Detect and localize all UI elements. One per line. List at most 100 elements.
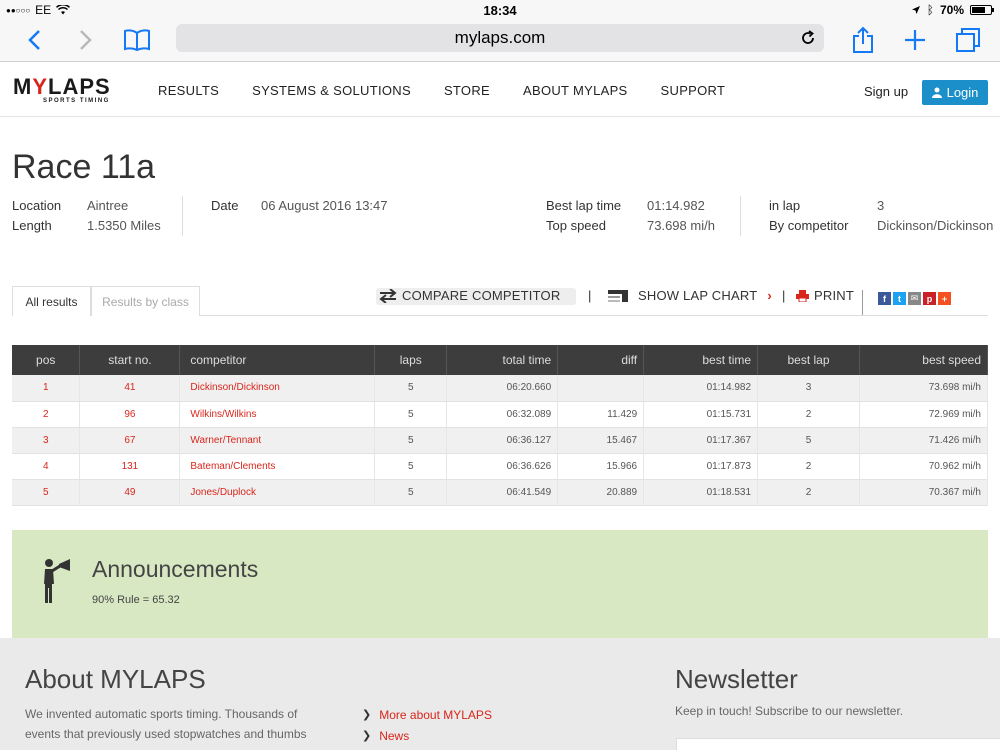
race-lap-info: in lap 3 By competitor Dickinson/Dickinson	[769, 198, 994, 233]
cell-diff: 20.889	[557, 479, 645, 506]
cell-best-time: 01:17.367	[643, 427, 759, 454]
cell-pos[interactable]: 5	[12, 479, 81, 506]
table-row: 4 131 Bateman/Clements 5 06:36.626 15.966 01:1…	[12, 453, 989, 480]
tab-results-by-class[interactable]: Results by class	[91, 286, 200, 316]
footer-link-more-about[interactable]: ❯ More about MYLAPS	[362, 704, 492, 725]
cell-best-speed: 72.969 mi/h	[859, 401, 989, 428]
cell-laps: 5	[374, 375, 448, 402]
back-button[interactable]	[22, 24, 46, 56]
table-row: 5 49 Jones/Duplock 5 06:41.549 20.889 01:18.53…	[12, 479, 989, 506]
lap-chart-icon	[608, 289, 628, 302]
reload-button[interactable]	[800, 24, 816, 52]
cell-competitor[interactable]: Dickinson/Dickinson	[179, 375, 376, 402]
tabs-icon	[956, 28, 980, 52]
mylaps-logo[interactable]: MYLAPS SPORTS TIMING	[13, 76, 111, 105]
nav-systems-solutions[interactable]: SYSTEMS & SOLUTIONS	[252, 83, 411, 98]
cell-laps: 5	[374, 479, 448, 506]
cell-pos[interactable]: 4	[12, 453, 81, 480]
tab-all-results[interactable]: All results	[12, 286, 91, 316]
newsletter-email-input[interactable]	[676, 738, 1000, 750]
newsletter-text: Keep in touch! Subscribe to our newslett…	[675, 704, 904, 718]
results-table: pos start no. competitor laps total time…	[12, 345, 989, 506]
nav-support[interactable]: SUPPORT	[661, 83, 726, 98]
nav-results[interactable]: RESULTS	[158, 83, 219, 98]
footer-about-title: About MYLAPS	[25, 664, 206, 694]
show-lap-chart-button[interactable]: SHOW LAP CHART ›	[608, 288, 772, 303]
chevron-left-icon	[28, 30, 40, 50]
login-button[interactable]: Login	[922, 80, 988, 105]
cell-total: 06:36.626	[446, 453, 559, 480]
footer-links: ❯ More about MYLAPS ❯ News	[362, 704, 492, 746]
cell-pos[interactable]: 3	[12, 427, 81, 454]
megaphone-person-icon	[44, 559, 70, 603]
location-arrow-icon	[911, 6, 920, 14]
status-bar: ●●○○○ EE 18:34 ᛒ 70%	[0, 0, 1000, 20]
compare-competitor-button[interactable]: COMPARE COMPETITOR	[378, 288, 560, 303]
chevron-right-icon: ❯	[362, 709, 372, 721]
email-icon[interactable]: ✉	[908, 292, 921, 305]
cell-start[interactable]: 96	[79, 401, 181, 428]
cell-total: 06:36.127	[446, 427, 559, 454]
cell-total: 06:20.660	[446, 375, 559, 402]
plus-icon	[905, 30, 925, 50]
signup-link[interactable]: Sign up	[864, 84, 908, 99]
race-location-info: Location Aintree Length 1.5350 Miles	[12, 198, 161, 233]
cell-best-lap: 3	[757, 375, 860, 402]
tabs-button[interactable]	[954, 24, 982, 56]
footer-link-news[interactable]: ❯ News	[362, 725, 492, 746]
cell-best-time: 01:14.982	[643, 375, 759, 402]
cell-best-lap: 5	[757, 427, 860, 454]
cell-laps: 5	[374, 453, 448, 480]
cell-start[interactable]: 41	[79, 375, 181, 402]
nav-about[interactable]: ABOUT MYLAPS	[523, 83, 628, 98]
printer-icon	[796, 289, 809, 302]
cell-best-lap: 2	[757, 401, 860, 428]
page-title: Race 11a	[12, 148, 156, 186]
forward-button[interactable]	[74, 24, 98, 56]
reload-icon	[802, 30, 814, 44]
cell-pos[interactable]: 1	[12, 375, 81, 402]
table-row: 1 41 Dickinson/Dickinson 5 06:20.660 01:14.98…	[12, 375, 989, 402]
cell-total: 06:32.089	[446, 401, 559, 428]
chevron-right-icon	[80, 30, 92, 50]
announcement-text: 90% Rule = 65.32	[92, 594, 180, 606]
cell-total: 06:41.549	[446, 479, 559, 506]
book-icon	[124, 29, 150, 52]
cell-diff: 11.429	[557, 401, 645, 428]
nav-store[interactable]: STORE	[444, 83, 490, 98]
site-header: MYLAPS SPORTS TIMING RESULTS SYSTEMS & S…	[0, 63, 1000, 117]
table-header: pos start no. competitor laps total time…	[12, 345, 989, 375]
more-share-icon[interactable]: +	[938, 292, 951, 305]
cell-competitor[interactable]: Jones/Duplock	[179, 479, 376, 506]
announcements-title: Announcements	[92, 556, 259, 582]
swap-arrows-icon	[379, 288, 397, 303]
cell-start[interactable]: 131	[79, 453, 181, 480]
cell-pos[interactable]: 2	[12, 401, 81, 428]
new-tab-button[interactable]	[902, 24, 928, 56]
cell-competitor[interactable]: Wilkins/Wilkins	[179, 401, 376, 428]
cell-start[interactable]: 67	[79, 427, 181, 454]
cell-competitor[interactable]: Bateman/Clements	[179, 453, 376, 480]
table-row: 3 67 Warner/Tennant 5 06:36.127 15.467 01:17.3…	[12, 427, 989, 454]
cell-best-time: 01:17.873	[643, 453, 759, 480]
newsletter-title: Newsletter	[675, 664, 798, 694]
twitter-icon[interactable]: t	[893, 292, 906, 305]
battery-label: 70%	[939, 3, 964, 17]
pinterest-icon[interactable]: p	[923, 292, 936, 305]
battery-icon	[970, 5, 994, 15]
share-button[interactable]	[850, 24, 876, 56]
address-bar[interactable]: mylaps.com	[176, 24, 824, 52]
login-label: Login	[946, 85, 979, 100]
facebook-icon[interactable]: f	[878, 292, 891, 305]
race-best-info: Best lap time 01:14.982 Top speed 73.698 m…	[546, 198, 715, 233]
cell-start[interactable]: 49	[79, 479, 181, 506]
battery-fill	[972, 7, 985, 13]
cell-best-lap: 2	[757, 453, 860, 480]
cell-best-speed: 70.962 mi/h	[859, 453, 989, 480]
cell-competitor[interactable]: Warner/Tennant	[179, 427, 376, 454]
print-button[interactable]: PRINT	[796, 288, 854, 303]
race-date-info: Date 06 August 2016 13:47	[211, 198, 388, 213]
url-text: mylaps.com	[454, 28, 546, 47]
footer-about-text: We invented automatic sports timing. Tho…	[25, 707, 307, 741]
bookmarks-button[interactable]	[122, 24, 152, 56]
